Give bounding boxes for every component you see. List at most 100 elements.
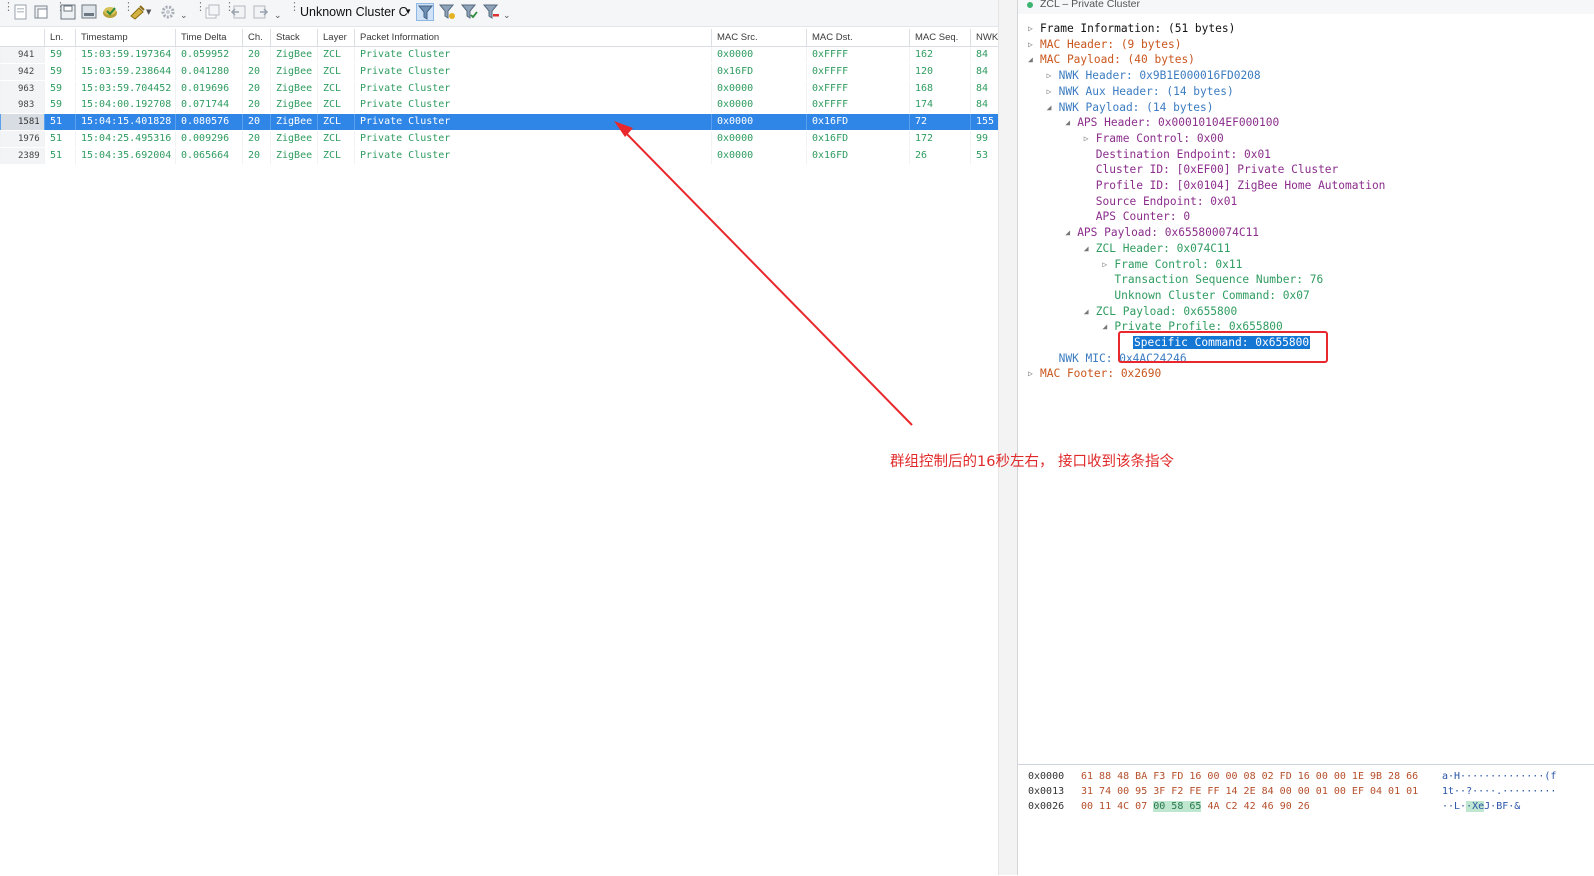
hex-ascii[interactable]: ··L··XeJ·BF·& bbox=[1442, 801, 1520, 812]
expand-arrow-icon[interactable]: ▷ bbox=[1047, 68, 1057, 84]
tree-node[interactable]: Profile ID: [0x0104] ZigBee Home Automat… bbox=[1084, 178, 1386, 194]
tree-node[interactable]: Source Endpoint: 0x01 bbox=[1084, 194, 1237, 210]
collapse-arrow-icon[interactable]: ◢ bbox=[1084, 241, 1094, 257]
tree-node[interactable]: ▷ NWK Header: 0x9B1E000016FD0208 bbox=[1047, 68, 1261, 84]
tree-node[interactable]: ◢ ZCL Header: 0x074C11 bbox=[1084, 241, 1231, 257]
cell-nwk: 84 bbox=[970, 47, 998, 63]
overflow-chevron-icon[interactable]: ⌄ bbox=[274, 3, 282, 21]
filter-clear-icon[interactable] bbox=[482, 3, 500, 21]
hex-bytes[interactable]: 61 88 48 BA F3 FD 16 00 00 08 02 FD 16 0… bbox=[1081, 771, 1418, 782]
column-header-time-delta[interactable]: Time Delta bbox=[175, 29, 242, 46]
cell-mac-dst: 0xFFFF bbox=[806, 80, 909, 97]
tree-node[interactable]: ▷ NWK Aux Header: (14 bytes) bbox=[1047, 84, 1234, 100]
tree-node-label: Frame Control: 0x11 bbox=[1114, 257, 1243, 271]
tree-node[interactable]: ▷ MAC Footer: 0x2690 bbox=[1028, 366, 1161, 382]
expand-arrow-icon[interactable]: ▷ bbox=[1084, 131, 1094, 147]
overflow-chevron-icon[interactable]: ⌄ bbox=[180, 3, 188, 21]
cell-packet-info: Private Cluster bbox=[354, 47, 711, 63]
collapse-arrow-icon[interactable]: ◢ bbox=[1065, 115, 1075, 131]
table-row[interactable]: 1976 51 15:04:25.495316 0.009296 20 ZigBee ZCL… bbox=[0, 131, 998, 147]
tree-node[interactable]: Transaction Sequence Number: 76 bbox=[1102, 272, 1323, 288]
new-capture-icon[interactable] bbox=[12, 3, 30, 21]
packet-list-panel: ⋮ ⋮ ⋮ ▼ ⌄ ⋮ ⋮ ⌄ ⋮ Unknown Cluster C ▼ ⌄ … bbox=[0, 0, 1000, 875]
copy-icon[interactable] bbox=[203, 3, 221, 21]
tree-node[interactable]: Destination Endpoint: 0x01 bbox=[1084, 147, 1271, 163]
cluster-filter-select[interactable]: Unknown Cluster C ▼ bbox=[300, 3, 412, 21]
tree-node[interactable]: ◢ MAC Payload: (40 bytes) bbox=[1028, 52, 1195, 68]
tree-node-label: Source Endpoint: 0x01 bbox=[1095, 194, 1238, 208]
settings-icon[interactable] bbox=[159, 3, 177, 21]
tree-node[interactable]: ◢ NWK Payload: (14 bytes) bbox=[1047, 100, 1214, 116]
decoder-icon[interactable] bbox=[129, 3, 147, 21]
column-header-mac-src[interactable]: MAC Src. bbox=[711, 29, 806, 46]
table-row[interactable]: 983 59 15:04:00.192708 0.071744 20 ZigBee ZCL P… bbox=[0, 97, 998, 114]
collapse-arrow-icon[interactable]: ◢ bbox=[1047, 100, 1057, 116]
column-header-stack[interactable]: Stack bbox=[270, 29, 317, 46]
table-row[interactable]: 941 59 15:03:59.197364 0.059952 20 ZigBee ZCL P… bbox=[0, 47, 998, 63]
column-header-mac-seq[interactable]: MAC Seq. bbox=[909, 29, 970, 46]
cell-mac-seq: 120 bbox=[909, 63, 970, 80]
collapse-arrow-icon[interactable]: ◢ bbox=[1102, 319, 1112, 335]
cell-time-delta: 0.041280 bbox=[175, 63, 242, 80]
tree-node[interactable]: Cluster ID: [0xEF00] Private Cluster bbox=[1084, 162, 1338, 178]
tree-node-label: APS Header: 0x00010104EF000100 bbox=[1077, 116, 1280, 130]
cell-ln: 51 bbox=[44, 147, 75, 164]
expand-arrow-icon[interactable]: ▷ bbox=[1047, 84, 1057, 100]
cell-channel: 20 bbox=[242, 47, 270, 63]
cell-nwk: 155 bbox=[970, 114, 998, 131]
tree-node[interactable]: ◢ ZCL Payload: 0x655800 bbox=[1084, 304, 1237, 320]
tree-node-label: APS Counter: 0 bbox=[1095, 210, 1191, 224]
cell-number: 1581 bbox=[0, 114, 44, 131]
toolbar-grip-icon[interactable]: ⋮ bbox=[3, 1, 14, 21]
tree-node[interactable]: ◢ APS Header: 0x00010104EF000100 bbox=[1065, 115, 1279, 131]
column-header-ln[interactable]: Ln. bbox=[44, 29, 75, 46]
cell-ln: 51 bbox=[44, 114, 75, 131]
column-header-nwk[interactable]: NWK bbox=[970, 29, 998, 46]
hex-ascii[interactable]: a·H··············(f bbox=[1442, 771, 1556, 782]
expand-arrow-icon[interactable]: ▷ bbox=[1028, 366, 1038, 382]
column-header-channel[interactable]: Ch. bbox=[242, 29, 270, 46]
expand-arrow-icon[interactable]: ▷ bbox=[1028, 21, 1038, 37]
print-icon[interactable] bbox=[80, 3, 98, 21]
overflow-chevron-icon[interactable]: ⌄ bbox=[503, 3, 511, 21]
cell-mac-seq: 168 bbox=[909, 80, 970, 97]
collapse-arrow-icon[interactable]: ◢ bbox=[1084, 304, 1094, 320]
collapse-arrow-icon[interactable]: ◢ bbox=[1065, 225, 1075, 241]
export-icon[interactable] bbox=[101, 3, 119, 21]
filter-add-icon[interactable] bbox=[416, 3, 434, 21]
tree-node[interactable]: Unknown Cluster Command: 0x07 bbox=[1102, 288, 1309, 304]
tree-node-label: Cluster ID: [0xEF00] Private Cluster bbox=[1095, 163, 1339, 177]
expand-arrow-icon[interactable]: ▷ bbox=[1102, 257, 1112, 273]
table-row[interactable]: 963 59 15:03:59.704452 0.019696 20 ZigBee ZCL P… bbox=[0, 80, 998, 97]
filter-edit-icon[interactable] bbox=[438, 3, 456, 21]
tree-node[interactable]: ▷ Frame Control: 0x11 bbox=[1102, 257, 1242, 273]
column-header-packet-info[interactable]: Packet Information bbox=[354, 29, 711, 46]
hex-ascii[interactable]: 1t··?····.········· bbox=[1442, 786, 1556, 797]
table-row[interactable]: 2389 51 15:04:35.692004 0.065664 20 ZigBee ZCL… bbox=[0, 147, 998, 164]
tree-node[interactable]: ▷ MAC Header: (9 bytes) bbox=[1028, 37, 1181, 53]
hex-bytes[interactable]: 31 74 00 95 3F F2 FE FF 14 2E 84 00 00 0… bbox=[1081, 786, 1418, 797]
column-header-timestamp[interactable]: Timestamp bbox=[75, 29, 175, 46]
tree-node[interactable]: ▷ Frame Control: 0x00 bbox=[1084, 131, 1224, 147]
table-row[interactable]: 1581 51 15:04:15.401828 0.080576 20 ZigBee ZCL… bbox=[0, 114, 998, 131]
chevron-down-icon[interactable]: ▼ bbox=[146, 3, 154, 21]
cell-mac-dst: 0xFFFF bbox=[806, 97, 909, 114]
tree-node[interactable]: ◢ APS Payload: 0x655800074C11 bbox=[1065, 225, 1259, 241]
column-header-layer[interactable]: Layer bbox=[317, 29, 354, 46]
save-icon[interactable] bbox=[59, 3, 77, 21]
column-header-number[interactable] bbox=[0, 29, 44, 46]
tree-node[interactable]: ▷ Frame Information: (51 bytes) bbox=[1028, 21, 1235, 37]
column-header-mac-dst[interactable]: MAC Dst. bbox=[806, 29, 909, 46]
hex-bytes[interactable]: 00 11 4C 07 00 58 65 4A C2 42 46 90 26 bbox=[1081, 801, 1310, 812]
expand-arrow-icon[interactable]: ▷ bbox=[1028, 37, 1038, 53]
table-row[interactable]: 942 59 15:03:59.238644 0.041280 20 ZigBee ZCL P… bbox=[0, 63, 998, 80]
panel-splitter[interactable] bbox=[998, 0, 1018, 875]
collapse-arrow-icon[interactable]: ◢ bbox=[1028, 52, 1038, 68]
open-file-icon[interactable] bbox=[33, 3, 51, 21]
tree-node[interactable]: APS Counter: 0 bbox=[1084, 209, 1190, 225]
cell-time-delta: 0.019696 bbox=[175, 80, 242, 97]
cell-packet-info: Private Cluster bbox=[354, 131, 711, 147]
back-icon[interactable] bbox=[230, 3, 248, 21]
filter-apply-icon[interactable] bbox=[460, 3, 478, 21]
forward-icon[interactable] bbox=[251, 3, 269, 21]
